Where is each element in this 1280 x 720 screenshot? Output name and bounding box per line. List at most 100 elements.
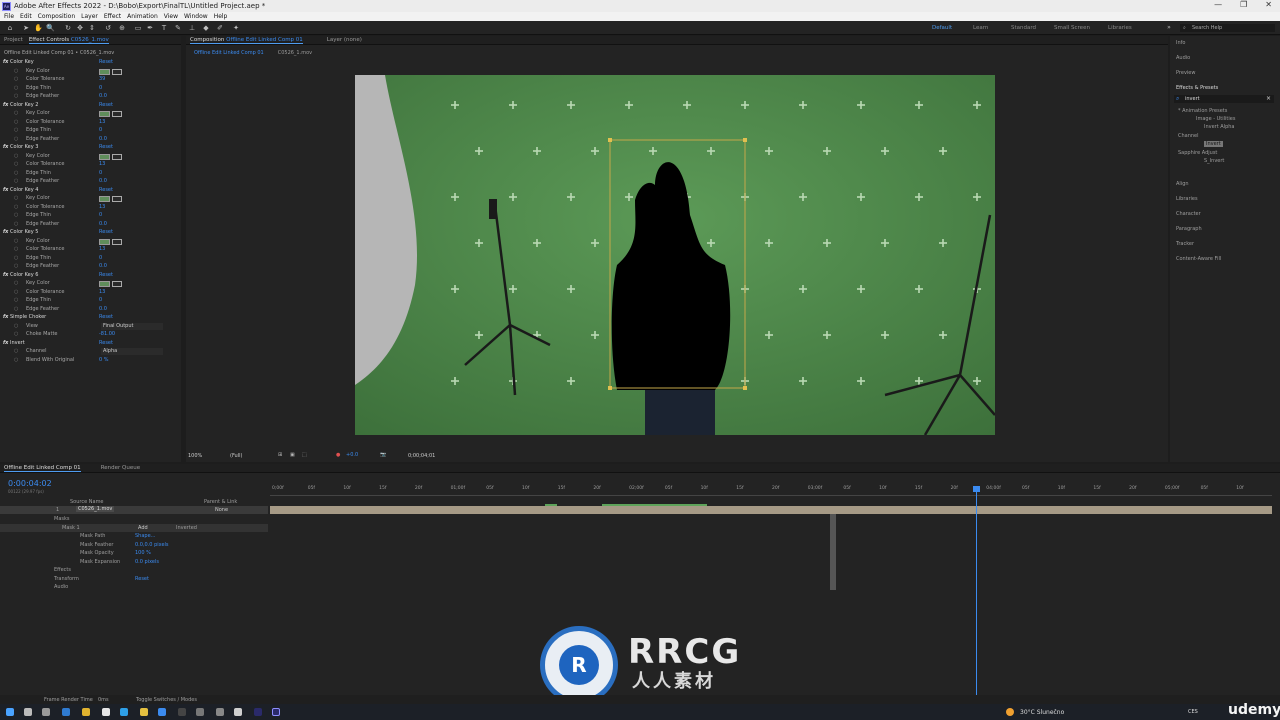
rectangle-tool-icon[interactable]: ▭ bbox=[134, 24, 142, 32]
stopwatch-icon[interactable]: ○ bbox=[14, 136, 18, 142]
menu-effect[interactable]: Effect bbox=[104, 13, 121, 20]
menu-animation[interactable]: Animation bbox=[127, 13, 158, 20]
prop-edge-thin[interactable]: ○ Edge Thin 0 bbox=[0, 170, 181, 179]
prop-value[interactable]: 0.0 bbox=[99, 136, 107, 142]
prop-color-tolerance[interactable]: ○ Color Tolerance 13 bbox=[0, 289, 181, 298]
workspace-learn[interactable]: Learn bbox=[973, 25, 988, 31]
fx-icon[interactable]: fx bbox=[3, 229, 8, 235]
prop-value[interactable]: 13 bbox=[99, 204, 105, 210]
stopwatch-icon[interactable]: ○ bbox=[14, 246, 18, 252]
prop-color-tolerance[interactable]: ○ Color Tolerance 13 bbox=[0, 246, 181, 255]
key-color-swatch[interactable] bbox=[99, 196, 110, 202]
eyedropper-icon[interactable] bbox=[112, 153, 122, 160]
tab-effect-controls[interactable]: Effect Controls C0526_1.mov bbox=[28, 37, 109, 44]
pan-tool-icon[interactable]: ✥ bbox=[76, 24, 84, 32]
stopwatch-icon[interactable]: ○ bbox=[14, 119, 18, 125]
stopwatch-icon[interactable]: ○ bbox=[14, 161, 18, 167]
panel-effects-presets[interactable]: Effects & Presets bbox=[1176, 85, 1218, 91]
viewer-timecode[interactable]: 0;00;04;01 bbox=[408, 453, 435, 459]
prop-choke-matte[interactable]: ○ Choke Matte -81.00 bbox=[0, 331, 181, 340]
close-button[interactable]: ✕ bbox=[1265, 0, 1272, 9]
time-ruler[interactable]: 0;00f 05f 10f 15f 20f 01;00f 05f 10f 15f 20f 02;00… bbox=[270, 484, 1272, 496]
tree-channel[interactable]: Channel bbox=[1178, 133, 1199, 139]
color-management-icon[interactable]: ● bbox=[336, 452, 340, 458]
effects-search-input[interactable]: ⌕ invert × bbox=[1174, 95, 1274, 103]
stopwatch-icon[interactable]: ○ bbox=[14, 195, 18, 201]
toggle-switches-modes[interactable]: Toggle Switches / Modes bbox=[136, 697, 197, 703]
stopwatch-icon[interactable]: ○ bbox=[14, 178, 18, 184]
layer-parent[interactable]: None bbox=[215, 507, 228, 513]
prop-dropdown[interactable]: Final Output bbox=[101, 322, 163, 330]
prop-channel[interactable]: ○ Channel Alpha bbox=[0, 348, 181, 357]
prop-edge-feather[interactable]: ○ Edge Feather 0.0 bbox=[0, 263, 181, 272]
stopwatch-icon[interactable]: ○ bbox=[14, 85, 18, 91]
stopwatch-icon[interactable]: ○ bbox=[14, 323, 18, 329]
prop-value[interactable]: 0.0 bbox=[99, 221, 107, 227]
prop-value[interactable]: 0.0 bbox=[99, 306, 107, 312]
stopwatch-icon[interactable]: ○ bbox=[14, 331, 18, 337]
timeline-prop-value[interactable]: Reset bbox=[135, 576, 149, 582]
prop-key-color[interactable]: ○ Key Color bbox=[0, 110, 181, 119]
prop-value[interactable]: 13 bbox=[99, 161, 105, 167]
zoom-select[interactable]: 100% bbox=[188, 453, 202, 459]
task-view-icon[interactable] bbox=[42, 708, 50, 716]
layer-row[interactable]: 1 C0526_1.mov None bbox=[0, 506, 268, 514]
prop-key-color[interactable]: ○ Key Color bbox=[0, 153, 181, 162]
menu-help[interactable]: Help bbox=[214, 13, 228, 20]
menu-edit[interactable]: Edit bbox=[20, 13, 32, 20]
stopwatch-icon[interactable]: ○ bbox=[14, 297, 18, 303]
effect-invert[interactable]: fx Invert Reset bbox=[0, 340, 181, 349]
chrome-icon[interactable] bbox=[140, 708, 148, 716]
comp-viewer[interactable] bbox=[355, 75, 995, 435]
mask-mode-select[interactable]: Add bbox=[138, 525, 148, 531]
timeline-prop-value[interactable]: 100 % bbox=[135, 550, 151, 556]
effect-color-key-6[interactable]: fx Color Key 6 Reset bbox=[0, 272, 181, 281]
menu-file[interactable]: File bbox=[4, 13, 14, 20]
start-icon[interactable] bbox=[6, 708, 14, 716]
timeline-prop-row[interactable]: Mask 1 Add Inverted bbox=[0, 523, 268, 532]
reset-button[interactable]: Reset bbox=[99, 144, 113, 150]
panel-audio[interactable]: Audio bbox=[1176, 55, 1190, 61]
playhead-handle[interactable] bbox=[973, 486, 980, 492]
subtab-footage[interactable]: C0526_1.mov bbox=[278, 50, 312, 56]
prop-dropdown[interactable]: Alpha bbox=[101, 348, 163, 355]
prop-key-color[interactable]: ○ Key Color bbox=[0, 238, 181, 247]
prop-color-tolerance[interactable]: ○ Color Tolerance 13 bbox=[0, 204, 181, 213]
fx-icon[interactable]: fx bbox=[3, 102, 8, 108]
grid-icon[interactable]: ⊞ bbox=[278, 452, 282, 458]
stopwatch-icon[interactable]: ○ bbox=[14, 204, 18, 210]
roto-brush-icon[interactable]: ✐ bbox=[216, 24, 224, 32]
clear-search-icon[interactable]: × bbox=[1266, 95, 1271, 102]
prop-edge-feather[interactable]: ○ Edge Feather 0.0 bbox=[0, 221, 181, 230]
app-icon[interactable] bbox=[62, 708, 70, 716]
prop-edge-thin[interactable]: ○ Edge Thin 0 bbox=[0, 255, 181, 264]
zoom-tool-icon[interactable]: 🔍 bbox=[46, 24, 55, 32]
prop-value[interactable]: 0 bbox=[99, 212, 102, 218]
minimize-button[interactable]: — bbox=[1214, 0, 1222, 9]
fx-icon[interactable]: fx bbox=[3, 187, 8, 193]
tree-invert-alpha[interactable]: Invert Alpha bbox=[1204, 124, 1235, 130]
effect-color-key-4[interactable]: fx Color Key 4 Reset bbox=[0, 187, 181, 196]
effect-color-key-5[interactable]: fx Color Key 5 Reset bbox=[0, 229, 181, 238]
eyedropper-icon[interactable] bbox=[112, 111, 122, 117]
tree-invert[interactable]: Invert bbox=[1204, 141, 1223, 147]
prop-value[interactable]: 0 bbox=[99, 170, 102, 176]
reset-button[interactable]: Reset bbox=[99, 229, 113, 235]
stopwatch-icon[interactable]: ○ bbox=[14, 68, 18, 74]
prop-value[interactable]: 0.0 bbox=[99, 93, 107, 99]
puppet-tool-icon[interactable]: ✦ bbox=[232, 24, 240, 32]
timeline-prop-row[interactable]: Transform Reset bbox=[0, 575, 268, 583]
prop-value[interactable]: 39 bbox=[99, 76, 105, 82]
stopwatch-icon[interactable]: ○ bbox=[14, 263, 18, 269]
panel-info[interactable]: Info bbox=[1176, 40, 1185, 46]
tree-animation-presets[interactable]: * Animation Presets bbox=[1178, 108, 1227, 114]
prop-value[interactable]: 0 bbox=[99, 85, 102, 91]
region-of-interest-icon[interactable]: ⬚ bbox=[302, 452, 307, 458]
reset-button[interactable]: Reset bbox=[99, 314, 113, 320]
reset-button[interactable]: Reset bbox=[99, 340, 113, 346]
effect-simple-choker[interactable]: fx Simple Choker Reset bbox=[0, 314, 181, 323]
stopwatch-icon[interactable]: ○ bbox=[14, 110, 18, 116]
prop-view[interactable]: ○ View Final Output bbox=[0, 322, 181, 332]
reset-button[interactable]: Reset bbox=[99, 187, 113, 193]
prop-value[interactable]: 13 bbox=[99, 289, 105, 295]
